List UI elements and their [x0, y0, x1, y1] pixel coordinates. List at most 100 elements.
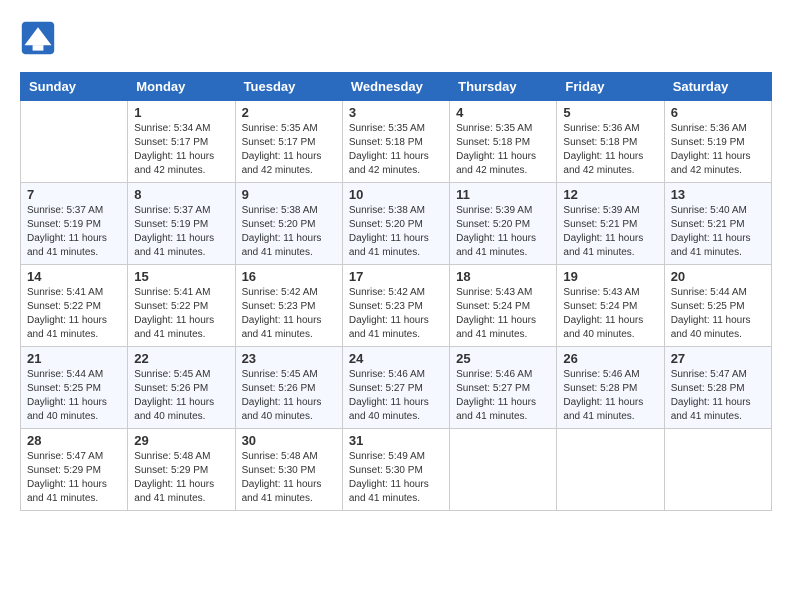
calendar-cell: 12 Sunrise: 5:39 AM Sunset: 5:21 PM Dayli…	[557, 183, 664, 265]
day-number: 25	[456, 351, 550, 366]
day-info: Sunrise: 5:35 AM Sunset: 5:17 PM Dayligh…	[242, 122, 336, 178]
day-number: 20	[671, 269, 765, 284]
day-number: 14	[27, 269, 121, 284]
day-number: 16	[242, 269, 336, 284]
day-number: 28	[27, 433, 121, 448]
header-cell-sunday: Sunday	[21, 73, 128, 101]
day-number: 22	[134, 351, 228, 366]
calendar-cell: 10 Sunrise: 5:38 AM Sunset: 5:20 PM Dayli…	[342, 183, 449, 265]
day-info: Sunrise: 5:47 AM Sunset: 5:28 PM Dayligh…	[671, 368, 765, 424]
header-cell-tuesday: Tuesday	[235, 73, 342, 101]
day-number: 11	[456, 187, 550, 202]
day-info: Sunrise: 5:48 AM Sunset: 5:29 PM Dayligh…	[134, 450, 228, 506]
calendar-cell: 4Sunrise: 5:35 AM Sunset: 5:18 PM Daylig…	[450, 101, 557, 183]
calendar-cell: 15Sunrise: 5:41 AM Sunset: 5:22 PM Dayli…	[128, 265, 235, 347]
calendar-table: SundayMondayTuesdayWednesdayThursdayFrid…	[20, 72, 772, 511]
calendar-cell	[557, 429, 664, 511]
day-info: Sunrise: 5:44 AM Sunset: 5:25 PM Dayligh…	[27, 368, 121, 424]
day-number: 7	[27, 187, 121, 202]
day-number: 1	[134, 105, 228, 120]
day-info: Sunrise: 5:36 AM Sunset: 5:19 PM Dayligh…	[671, 122, 765, 178]
day-info: Sunrise: 5:37 AM Sunset: 5:19 PM Dayligh…	[27, 204, 121, 260]
day-info: Sunrise: 5:44 AM Sunset: 5:25 PM Dayligh…	[671, 286, 765, 342]
day-number: 23	[242, 351, 336, 366]
calendar-cell: 29 Sunrise: 5:48 AM Sunset: 5:29 PM Dayli…	[128, 429, 235, 511]
calendar-cell: 21 Sunrise: 5:44 AM Sunset: 5:25 PM Dayli…	[21, 347, 128, 429]
calendar-cell: 30Sunrise: 5:48 AM Sunset: 5:30 PM Dayli…	[235, 429, 342, 511]
day-info: Sunrise: 5:39 AM Sunset: 5:20 PM Dayligh…	[456, 204, 550, 260]
week-row-3: 14Sunrise: 5:41 AM Sunset: 5:22 PM Dayli…	[21, 265, 772, 347]
header-cell-monday: Monday	[128, 73, 235, 101]
calendar-cell: 13Sunrise: 5:40 AM Sunset: 5:21 PM Dayli…	[664, 183, 771, 265]
day-number: 8	[134, 187, 228, 202]
calendar-cell: 2 Sunrise: 5:35 AM Sunset: 5:17 PM Daylig…	[235, 101, 342, 183]
week-row-2: 7 Sunrise: 5:37 AM Sunset: 5:19 PM Daylig…	[21, 183, 772, 265]
calendar-cell: 20 Sunrise: 5:44 AM Sunset: 5:25 PM Dayli…	[664, 265, 771, 347]
header-cell-friday: Friday	[557, 73, 664, 101]
day-number: 27	[671, 351, 765, 366]
day-number: 5	[563, 105, 657, 120]
day-info: Sunrise: 5:48 AM Sunset: 5:30 PM Dayligh…	[242, 450, 336, 506]
day-number: 9	[242, 187, 336, 202]
calendar-body: 1 Sunrise: 5:34 AM Sunset: 5:17 PM Daylig…	[21, 101, 772, 511]
day-info: Sunrise: 5:45 AM Sunset: 5:26 PM Dayligh…	[242, 368, 336, 424]
day-info: Sunrise: 5:43 AM Sunset: 5:24 PM Dayligh…	[456, 286, 550, 342]
day-info: Sunrise: 5:46 AM Sunset: 5:27 PM Dayligh…	[456, 368, 550, 424]
day-number: 17	[349, 269, 443, 284]
calendar-cell: 3 Sunrise: 5:35 AM Sunset: 5:18 PM Daylig…	[342, 101, 449, 183]
day-info: Sunrise: 5:43 AM Sunset: 5:24 PM Dayligh…	[563, 286, 657, 342]
calendar-cell: 1 Sunrise: 5:34 AM Sunset: 5:17 PM Daylig…	[128, 101, 235, 183]
calendar-cell: 19 Sunrise: 5:43 AM Sunset: 5:24 PM Dayli…	[557, 265, 664, 347]
day-info: Sunrise: 5:49 AM Sunset: 5:30 PM Dayligh…	[349, 450, 443, 506]
calendar-cell: 24 Sunrise: 5:46 AM Sunset: 5:27 PM Dayli…	[342, 347, 449, 429]
day-number: 12	[563, 187, 657, 202]
logo	[20, 20, 60, 56]
day-number: 10	[349, 187, 443, 202]
calendar-cell: 16Sunrise: 5:42 AM Sunset: 5:23 PM Dayli…	[235, 265, 342, 347]
week-row-5: 28 Sunrise: 5:47 AM Sunset: 5:29 PM Dayli…	[21, 429, 772, 511]
week-row-1: 1 Sunrise: 5:34 AM Sunset: 5:17 PM Daylig…	[21, 101, 772, 183]
calendar-cell: 25 Sunrise: 5:46 AM Sunset: 5:27 PM Dayli…	[450, 347, 557, 429]
day-info: Sunrise: 5:38 AM Sunset: 5:20 PM Dayligh…	[349, 204, 443, 260]
calendar-cell: 7 Sunrise: 5:37 AM Sunset: 5:19 PM Daylig…	[21, 183, 128, 265]
day-info: Sunrise: 5:45 AM Sunset: 5:26 PM Dayligh…	[134, 368, 228, 424]
calendar-cell: 9 Sunrise: 5:38 AM Sunset: 5:20 PM Daylig…	[235, 183, 342, 265]
day-number: 19	[563, 269, 657, 284]
day-number: 24	[349, 351, 443, 366]
day-info: Sunrise: 5:47 AM Sunset: 5:29 PM Dayligh…	[27, 450, 121, 506]
calendar-cell: 22 Sunrise: 5:45 AM Sunset: 5:26 PM Dayli…	[128, 347, 235, 429]
calendar-cell: 28 Sunrise: 5:47 AM Sunset: 5:29 PM Dayli…	[21, 429, 128, 511]
calendar-cell: 8 Sunrise: 5:37 AM Sunset: 5:19 PM Daylig…	[128, 183, 235, 265]
day-number: 3	[349, 105, 443, 120]
calendar-cell: 14Sunrise: 5:41 AM Sunset: 5:22 PM Dayli…	[21, 265, 128, 347]
day-info: Sunrise: 5:35 AM Sunset: 5:18 PM Dayligh…	[456, 122, 550, 178]
page-header	[20, 20, 772, 56]
day-number: 6	[671, 105, 765, 120]
calendar-header: SundayMondayTuesdayWednesdayThursdayFrid…	[21, 73, 772, 101]
day-info: Sunrise: 5:37 AM Sunset: 5:19 PM Dayligh…	[134, 204, 228, 260]
day-info: Sunrise: 5:36 AM Sunset: 5:18 PM Dayligh…	[563, 122, 657, 178]
calendar-cell	[21, 101, 128, 183]
day-info: Sunrise: 5:42 AM Sunset: 5:23 PM Dayligh…	[349, 286, 443, 342]
calendar-cell: 26 Sunrise: 5:46 AM Sunset: 5:28 PM Dayli…	[557, 347, 664, 429]
calendar-cell: 5 Sunrise: 5:36 AM Sunset: 5:18 PM Daylig…	[557, 101, 664, 183]
day-info: Sunrise: 5:39 AM Sunset: 5:21 PM Dayligh…	[563, 204, 657, 260]
calendar-cell: 23 Sunrise: 5:45 AM Sunset: 5:26 PM Dayli…	[235, 347, 342, 429]
day-number: 21	[27, 351, 121, 366]
day-number: 29	[134, 433, 228, 448]
day-number: 26	[563, 351, 657, 366]
calendar-cell: 6 Sunrise: 5:36 AM Sunset: 5:19 PM Daylig…	[664, 101, 771, 183]
calendar-cell	[450, 429, 557, 511]
day-number: 2	[242, 105, 336, 120]
logo-icon	[20, 20, 56, 56]
day-info: Sunrise: 5:40 AM Sunset: 5:21 PM Dayligh…	[671, 204, 765, 260]
week-row-4: 21 Sunrise: 5:44 AM Sunset: 5:25 PM Dayli…	[21, 347, 772, 429]
day-info: Sunrise: 5:34 AM Sunset: 5:17 PM Dayligh…	[134, 122, 228, 178]
header-row: SundayMondayTuesdayWednesdayThursdayFrid…	[21, 73, 772, 101]
day-info: Sunrise: 5:46 AM Sunset: 5:27 PM Dayligh…	[349, 368, 443, 424]
day-info: Sunrise: 5:46 AM Sunset: 5:28 PM Dayligh…	[563, 368, 657, 424]
calendar-cell: 11 Sunrise: 5:39 AM Sunset: 5:20 PM Dayli…	[450, 183, 557, 265]
day-number: 31	[349, 433, 443, 448]
day-info: Sunrise: 5:35 AM Sunset: 5:18 PM Dayligh…	[349, 122, 443, 178]
day-info: Sunrise: 5:38 AM Sunset: 5:20 PM Dayligh…	[242, 204, 336, 260]
